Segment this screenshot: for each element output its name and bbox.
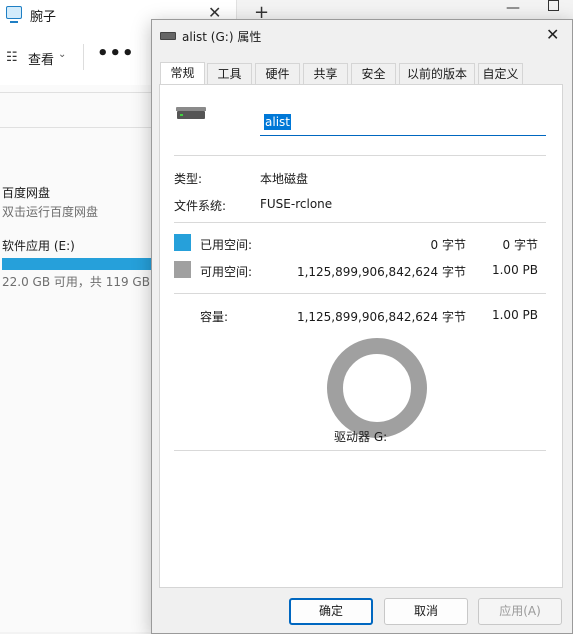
minimize-icon[interactable]: — [506,0,520,16]
capacity-bytes: 1,125,899,906,842,624 字节 [296,310,466,324]
apply-button[interactable]: 应用(A) [478,598,562,625]
tab-security[interactable]: 安全 [351,63,396,84]
tab-bar: 常规 工具 硬件 共享 安全 以前的版本 自定义 [160,62,562,85]
used-space-bytes: 0 字节 [430,238,466,252]
file-system-value: FUSE-rclone [260,197,333,211]
computer-icon [6,6,22,23]
tab-sharing[interactable]: 共享 [303,63,348,84]
used-space-human: 0 字节 [502,238,538,252]
hard-drive-icon [176,107,206,119]
toolbar-divider [83,44,84,70]
chevron-down-icon: ⌄ [58,49,67,60]
capacity-human: 1.00 PB [491,308,538,322]
usage-donut-chart [327,338,427,438]
type-value: 本地磁盘 [260,172,309,186]
explorer-tab-title: 腕子 [30,10,57,25]
tab-general[interactable]: 常规 [160,62,205,85]
file-system-label: 文件系统: [174,199,227,213]
drive-title-icon [160,32,176,40]
cancel-button[interactable]: 取消 [384,598,468,625]
divider [174,155,546,156]
drive-title-e[interactable]: 软件应用 (E:) [2,237,75,254]
divider [174,222,546,223]
drive-title-baidu[interactable]: 百度网盘 [2,184,50,201]
ok-button[interactable]: 确定 [289,598,373,625]
general-panel: alist 类型: 本地磁盘 文件系统: FUSE-rclone 已用空间: 0… [159,84,563,588]
view-icon: ☷ [6,50,18,65]
type-label: 类型: [174,172,203,186]
free-space-swatch [174,261,191,278]
tab-tools[interactable]: 工具 [207,63,252,84]
free-space-human: 1.00 PB [491,263,538,277]
tab-hardware[interactable]: 硬件 [255,63,300,84]
properties-dialog: alist (G:) 属性 ✕ 常规 工具 硬件 共享 安全 以前的版本 自定义… [151,19,573,634]
maximize-icon[interactable] [548,0,559,11]
tab-previous-versions[interactable]: 以前的版本 [399,63,475,84]
volume-name-selection: alist [264,114,291,130]
free-space-label: 可用空间: [200,265,253,279]
more-options-button[interactable]: ••• [97,43,135,64]
used-space-swatch [174,234,191,251]
drive-subtitle-e: 22.0 GB 可用，共 119 GB [2,275,150,289]
used-space-label: 已用空间: [200,238,253,252]
drive-usage-bar [2,258,152,270]
drive-letter-label: 驱动器 G: [334,430,388,444]
close-icon[interactable]: ✕ [546,25,559,44]
free-space-bytes: 1,125,899,906,842,624 字节 [296,265,466,279]
dialog-title: alist (G:) 属性 [182,30,262,44]
divider [174,293,546,294]
drive-subtitle-baidu: 双击运行百度网盘 [2,205,99,219]
volume-name-input[interactable] [260,109,546,136]
divider [174,450,546,451]
tab-customize[interactable]: 自定义 [478,63,523,84]
capacity-label: 容量: [200,310,229,324]
view-menu-button[interactable]: 查看 [28,49,54,68]
